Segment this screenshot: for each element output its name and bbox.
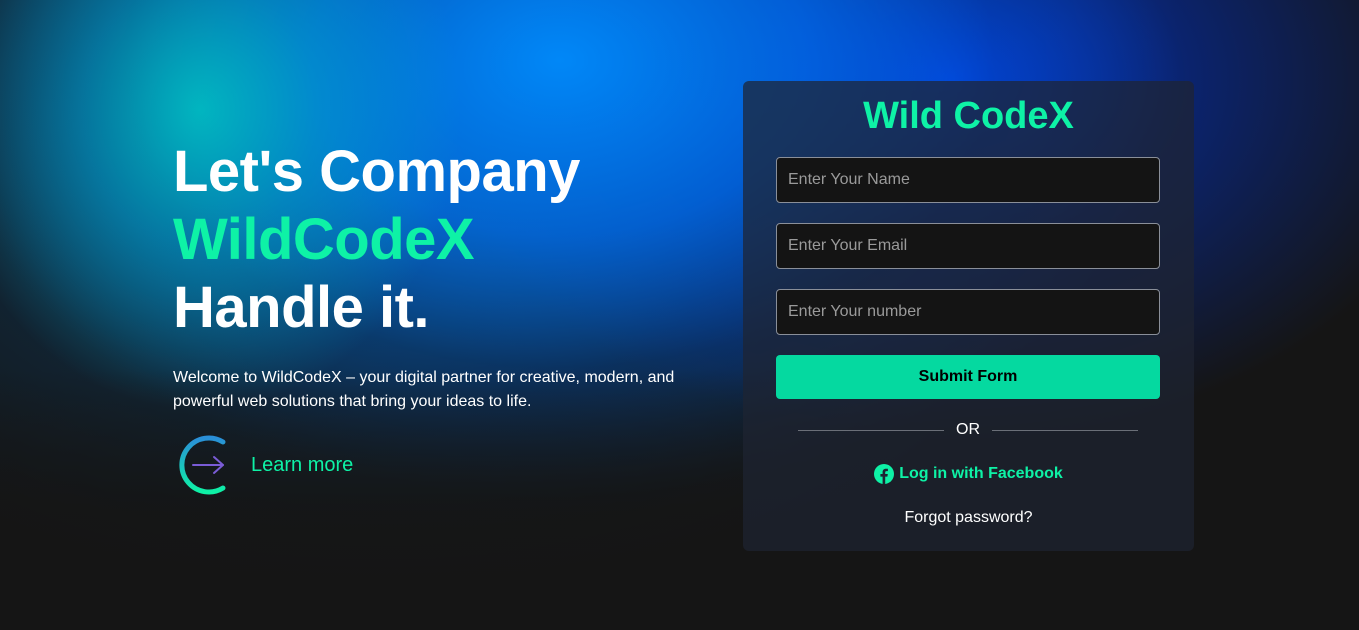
form-brand-title: Wild CodeX [863,95,1074,137]
facebook-login-label: Log in with Facebook [899,465,1063,482]
hero-title-line-1: Let's Company [173,139,580,204]
hero-title-line-3: Handle it. [173,275,430,340]
or-divider-text: OR [956,421,980,438]
hero-description: Welcome to WildCodeX – your digital part… [173,369,675,410]
or-divider: OR [798,421,1138,439]
hero-title-brand: WildCodeX [173,207,475,272]
learn-more-label: Learn more [251,453,354,476]
number-input[interactable] [776,289,1160,335]
facebook-icon [874,464,895,484]
divider-rule-right [992,429,1138,431]
divider-rule-left [798,429,944,431]
learn-more-button[interactable]: Learn more [173,434,353,496]
forgot-password-link[interactable]: Forgot password? [743,509,1194,527]
email-input[interactable] [776,223,1160,269]
submit-form-button[interactable]: Submit Form [776,355,1160,399]
arrow-right-icon [179,435,226,495]
hero-section: Let's Company WildCodeX Handle it. Welco… [173,138,693,414]
contact-form-card: Wild CodeX Submit Form OR Log in with Fa… [743,81,1194,551]
hero-title: Let's Company WildCodeX Handle it. [173,138,693,342]
name-input[interactable] [776,157,1160,203]
facebook-login-link[interactable]: Log in with Facebook [743,464,1194,484]
